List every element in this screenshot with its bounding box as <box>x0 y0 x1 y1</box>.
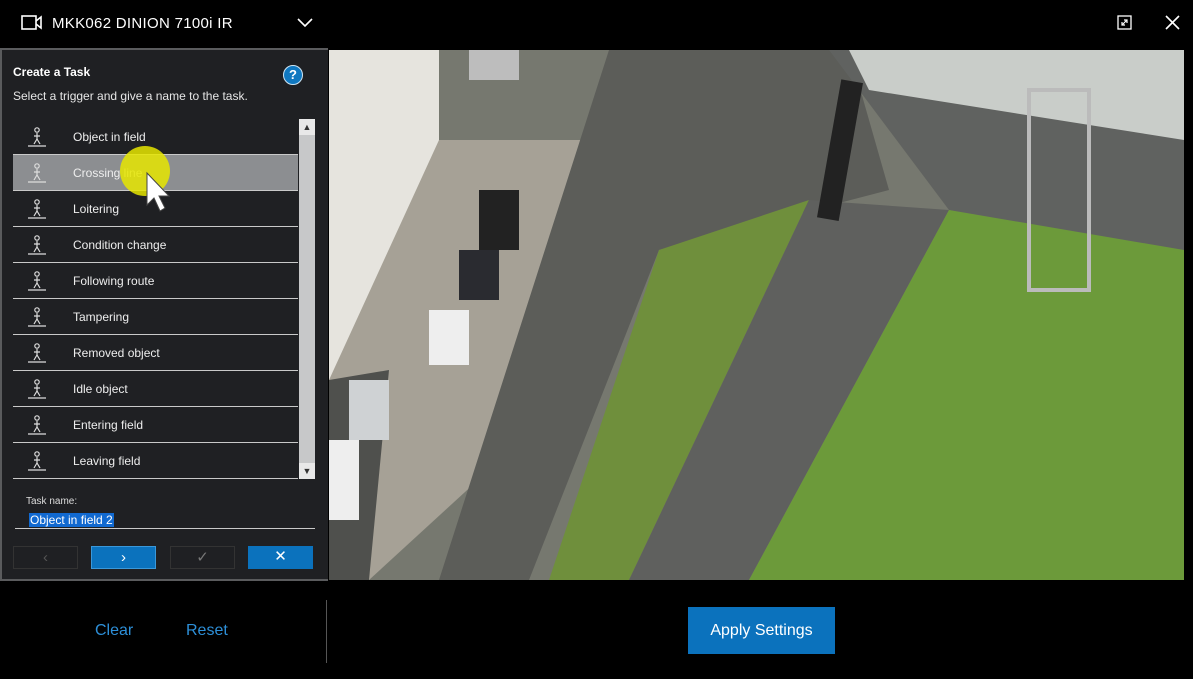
trigger-label: Condition change <box>73 238 167 252</box>
trigger-item-tampering[interactable]: Tampering <box>13 299 298 335</box>
chevron-down-icon[interactable] <box>296 14 314 32</box>
camera-scene <box>329 50 1184 580</box>
scrollbar[interactable]: ▲ ▼ <box>299 119 315 479</box>
scroll-up-button[interactable]: ▲ <box>299 119 315 135</box>
finish-button[interactable]: ✓ <box>170 546 235 569</box>
trigger-label: Entering field <box>73 418 144 432</box>
idle-object-icon <box>28 379 46 399</box>
condition-change-icon <box>28 235 46 255</box>
cancel-button[interactable]: ✕ <box>248 546 313 569</box>
camera-icon <box>21 15 42 30</box>
title-bar: MKK062 DINION 7100i IR <box>0 0 1193 48</box>
camera-video-feed[interactable] <box>329 50 1184 580</box>
trigger-item-condition-change[interactable]: Condition change <box>13 227 298 263</box>
help-button[interactable]: ? <box>283 65 303 85</box>
close-icon: ✕ <box>274 548 287 565</box>
trigger-item-following-route[interactable]: Following route <box>13 263 298 299</box>
task-name-label: Task name: <box>26 496 78 507</box>
close-icon[interactable] <box>1165 15 1180 30</box>
clear-button[interactable]: Clear <box>95 622 133 640</box>
object-in-field-icon <box>28 127 46 147</box>
trigger-label: Tampering <box>73 310 130 324</box>
reset-button[interactable]: Reset <box>186 622 228 640</box>
create-task-panel: Create a Task Select a trigger and give … <box>0 48 328 581</box>
maximize-icon[interactable] <box>1117 15 1132 30</box>
mouse-cursor-highlight <box>120 146 171 212</box>
scroll-down-button[interactable]: ▼ <box>299 463 315 479</box>
chevron-right-icon: › <box>121 549 126 566</box>
task-name-input[interactable]: Object in field 2 <box>15 512 315 529</box>
check-icon: ✓ <box>196 549 209 566</box>
divider <box>326 600 327 663</box>
leaving-field-icon <box>28 451 46 471</box>
crossing-line-icon <box>28 163 46 183</box>
trigger-label: Leaving field <box>73 454 141 468</box>
following-route-icon <box>28 271 46 291</box>
trigger-label: Loitering <box>73 202 120 216</box>
bottom-bar: Clear Reset Apply Settings <box>0 581 1193 679</box>
trigger-item-leaving-field[interactable]: Leaving field <box>13 443 298 479</box>
panel-title: Create a Task <box>13 65 91 79</box>
tampering-icon <box>28 307 46 327</box>
panel-subtitle: Select a trigger and give a name to the … <box>13 89 248 103</box>
trigger-item-entering-field[interactable]: Entering field <box>13 407 298 443</box>
trigger-label: Following route <box>73 274 155 288</box>
entering-field-icon <box>28 415 46 435</box>
trigger-label: Object in field <box>73 130 146 144</box>
back-button[interactable]: ‹ <box>13 546 78 569</box>
chevron-left-icon: ‹ <box>43 549 48 566</box>
loitering-icon <box>28 199 46 219</box>
trigger-item-removed-object[interactable]: Removed object <box>13 335 298 371</box>
trigger-item-idle-object[interactable]: Idle object <box>13 371 298 407</box>
task-name-value: Object in field 2 <box>29 513 114 527</box>
removed-object-icon <box>28 343 46 363</box>
trigger-label: Idle object <box>73 382 128 396</box>
camera-title: MKK062 DINION 7100i IR <box>52 15 233 32</box>
next-button[interactable]: › <box>91 546 156 569</box>
apply-settings-button[interactable]: Apply Settings <box>688 607 835 654</box>
trigger-label: Removed object <box>73 346 160 360</box>
